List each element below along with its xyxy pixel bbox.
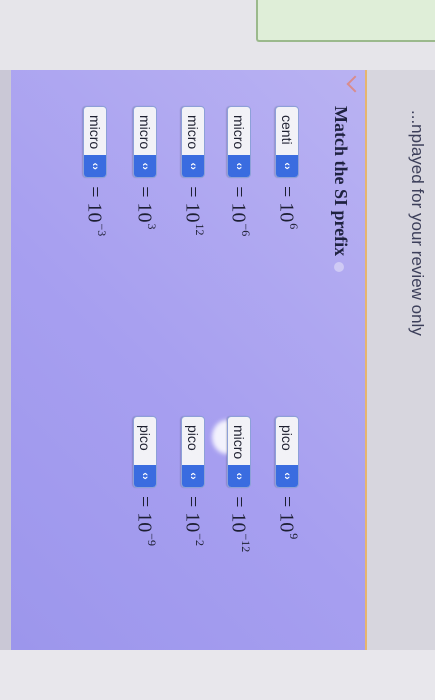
exponent: −12	[239, 533, 253, 553]
dropdown-value: pico	[184, 425, 201, 451]
equation: = 10−12	[227, 496, 253, 553]
exponent: 9	[287, 533, 301, 540]
exponent: −2	[193, 533, 207, 547]
match-row-9: pico ‹› = 10−9	[132, 416, 159, 547]
dropdown-value: centi	[278, 115, 295, 145]
chevron-updown-icon[interactable]: ‹›	[133, 465, 156, 487]
dropdown-value: micro	[136, 115, 153, 150]
chevron-updown-icon[interactable]: ‹›	[227, 465, 250, 488]
prefix-dropdown[interactable]: pico ‹›	[180, 416, 205, 488]
prefix-dropdown[interactable]: micro ‹›	[180, 106, 205, 179]
question-title-text: Match the SI prefix	[331, 106, 351, 257]
equation: = 10−6	[227, 186, 253, 237]
equation: = 103	[133, 186, 159, 230]
match-row-6: pico ‹› = 109	[274, 416, 301, 540]
prefix-dropdown[interactable]: micro ‹›	[226, 106, 251, 179]
chevron-updown-icon[interactable]: ‹›	[181, 465, 204, 487]
equation: = 10−9	[133, 496, 159, 547]
chevron-updown-icon[interactable]: ‹›	[275, 155, 298, 177]
chevron-updown-icon[interactable]: ‹›	[181, 155, 204, 178]
question-card: Match the SI prefix centi ‹› = 106 micro…	[11, 70, 367, 650]
info-icon[interactable]	[334, 262, 345, 273]
equation: = 10−2	[181, 496, 207, 547]
prefix-dropdown[interactable]: micro ‹›	[132, 106, 157, 179]
dropdown-value: micro	[86, 115, 103, 150]
dropdown-value: micro	[184, 115, 201, 150]
match-row-8: pico ‹› = 10−2	[180, 416, 207, 547]
chevron-updown-icon[interactable]: ‹›	[275, 465, 298, 487]
equation: = 109	[275, 496, 301, 540]
prefix-dropdown[interactable]: pico ‹›	[132, 416, 157, 488]
prefix-dropdown[interactable]: micro ‹›	[82, 106, 107, 179]
chevron-updown-icon[interactable]: ‹›	[133, 155, 156, 178]
exponent: −9	[145, 533, 159, 547]
match-row-3: micro ‹› = 1012	[180, 106, 207, 236]
chevron-updown-icon[interactable]: ‹›	[83, 155, 106, 178]
dropdown-value: micro	[230, 115, 247, 150]
exponent: 6	[287, 223, 301, 230]
equation: = 1012	[181, 186, 207, 236]
prefix-dropdown[interactable]: micro ‹›	[226, 416, 251, 489]
exponent: 12	[193, 223, 207, 236]
prefix-dropdown[interactable]: pico ‹›	[274, 416, 299, 488]
match-row-4: micro ‹› = 103	[132, 106, 159, 230]
dropdown-value: pico	[136, 425, 153, 451]
match-row-1: centi ‹› = 106	[274, 106, 301, 230]
equation: = 106	[275, 186, 301, 230]
exponent: −6	[239, 223, 253, 237]
prefix-dropdown[interactable]: centi ‹›	[274, 106, 299, 178]
review-notice: ...nplayed for your review only	[408, 110, 427, 336]
chevron-left-icon[interactable]	[346, 75, 364, 93]
match-row-2: micro ‹› = 10−6	[226, 106, 253, 237]
dropdown-value: micro	[230, 425, 247, 460]
exponent: −3	[95, 223, 109, 237]
match-row-7: micro ‹› = 10−12	[226, 416, 253, 553]
rotated-view: ...nplayed for your review only Match th…	[0, 0, 435, 700]
dropdown-value: pico	[278, 425, 295, 451]
match-row-5: micro ‹› = 10−3	[82, 106, 109, 237]
exponent: 3	[145, 223, 159, 230]
equation: = 10−3	[83, 186, 109, 237]
chevron-updown-icon[interactable]: ‹›	[227, 155, 250, 178]
question-title: Match the SI prefix	[330, 106, 351, 273]
